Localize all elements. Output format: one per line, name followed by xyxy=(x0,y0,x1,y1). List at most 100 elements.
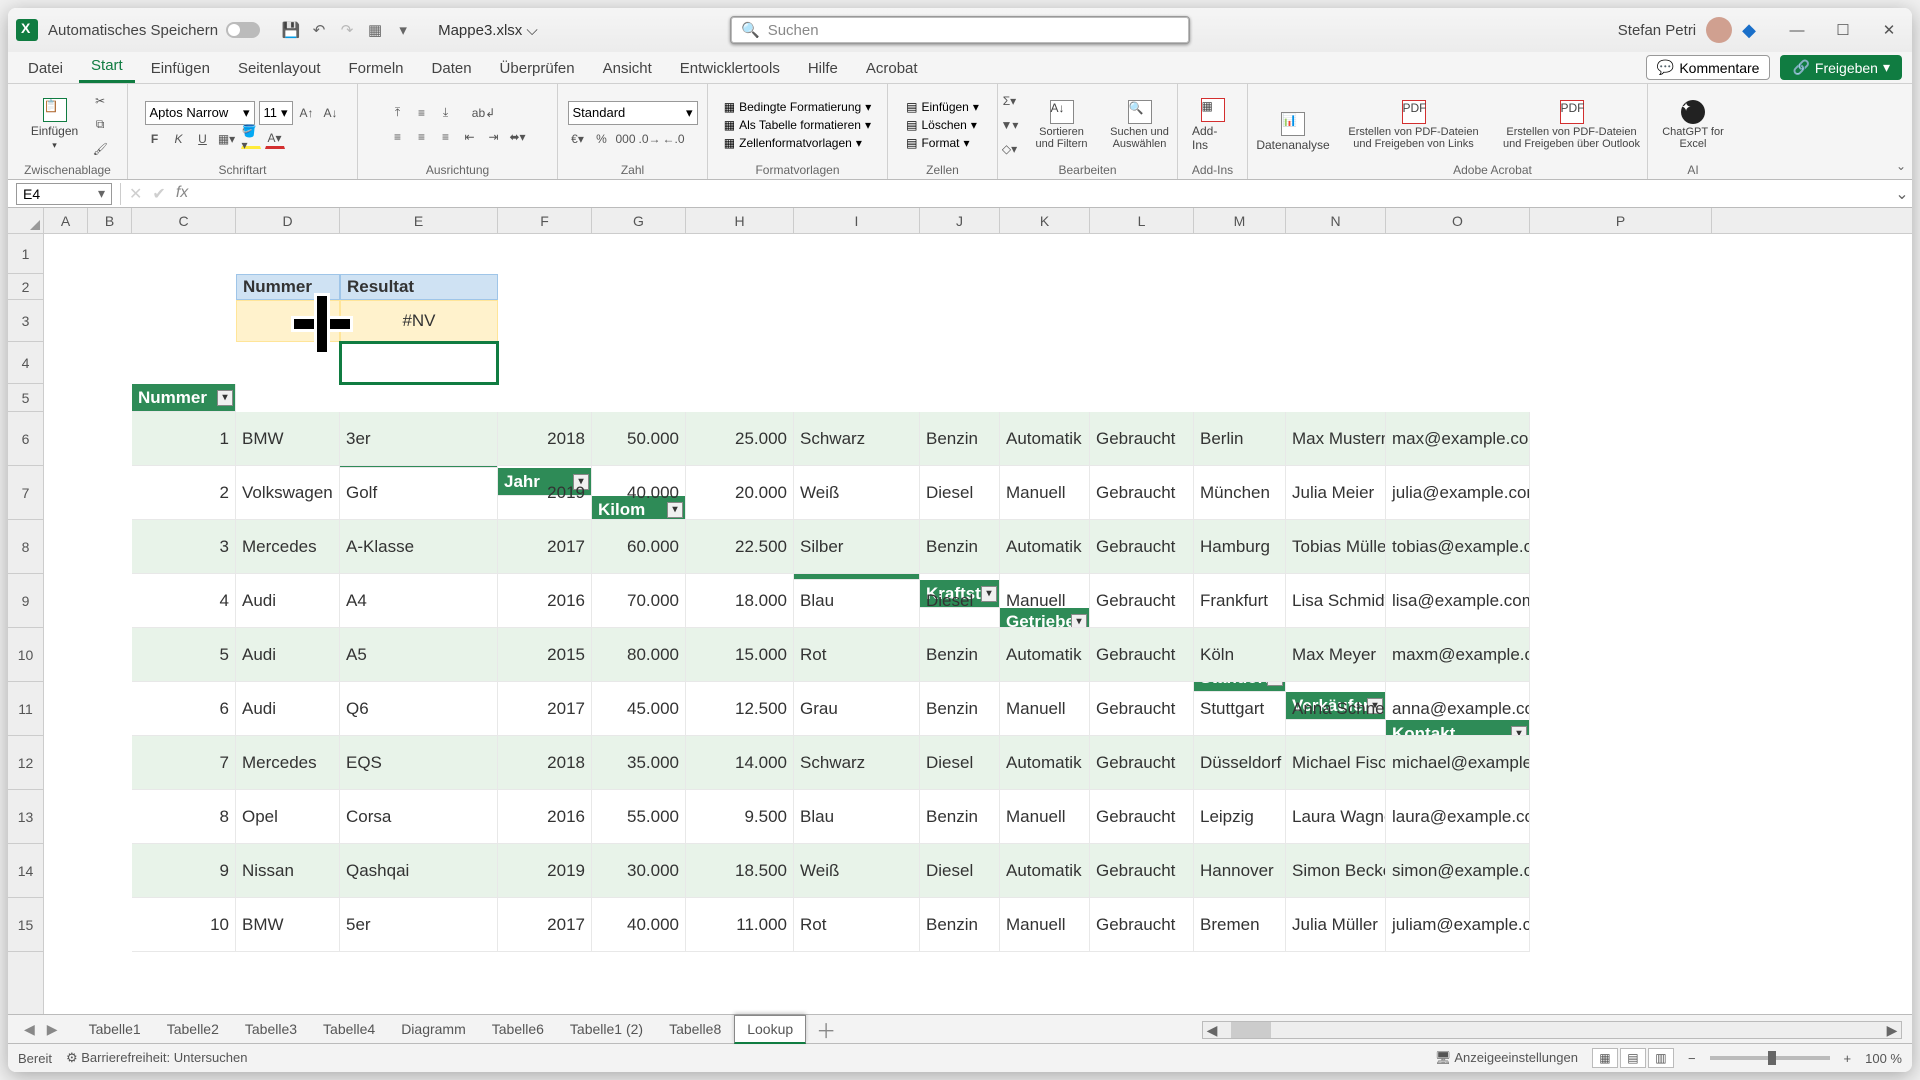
cell[interactable]: 2017 xyxy=(498,898,592,952)
cell[interactable]: 40.000 xyxy=(592,898,686,952)
cell[interactable]: 2018 xyxy=(498,412,592,466)
row-header-1[interactable]: 1 xyxy=(8,234,43,274)
col-header-F[interactable]: F xyxy=(498,208,592,233)
formula-input[interactable] xyxy=(196,183,1892,205)
cell[interactable]: Benzin xyxy=(920,790,1000,844)
cell[interactable]: Diesel xyxy=(920,844,1000,898)
indent-icon[interactable]: ⇥ xyxy=(484,127,504,147)
cell[interactable]: Nummer▾ xyxy=(132,384,236,412)
cell[interactable]: 2016 xyxy=(498,574,592,628)
row-header-11[interactable]: 11 xyxy=(8,682,43,736)
cell[interactable]: Blau xyxy=(794,790,920,844)
cell[interactable]: A5 xyxy=(340,628,498,682)
cell[interactable]: Rot xyxy=(794,898,920,952)
cell[interactable]: 5er xyxy=(340,898,498,952)
cell[interactable]: Gebraucht xyxy=(1090,736,1194,790)
cell[interactable]: 8 xyxy=(132,790,236,844)
row-header-15[interactable]: 15 xyxy=(8,898,43,952)
grow-font-icon[interactable]: A↑ xyxy=(297,103,317,123)
cell[interactable]: 80.000 xyxy=(592,628,686,682)
cell[interactable]: anna@example.com xyxy=(1386,682,1530,736)
cell[interactable]: Q6 xyxy=(340,682,498,736)
collapse-ribbon-icon[interactable]: ⌄ xyxy=(1896,159,1906,173)
sheet-tab[interactable]: Tabelle6 xyxy=(479,1015,557,1043)
cell[interactable]: Leipzig xyxy=(1194,790,1286,844)
cell[interactable]: Max Mustern xyxy=(1286,412,1386,466)
sheet-tab[interactable]: Diagramm xyxy=(388,1015,479,1043)
fill-icon[interactable]: ▼▾ xyxy=(1000,115,1020,135)
cut-icon[interactable]: ✂ xyxy=(90,91,110,111)
cell[interactable]: tobias@example.com xyxy=(1386,520,1530,574)
acrobat-pdf-outlook-button[interactable]: PDFErstellen von PDF-Dateien und Freigeb… xyxy=(1496,98,1648,152)
cell[interactable]: max@example.com xyxy=(1386,412,1530,466)
cell[interactable]: Frankfurt xyxy=(1194,574,1286,628)
cell[interactable]: lisa@example.com xyxy=(1386,574,1530,628)
cell[interactable]: Lisa Schmidt xyxy=(1286,574,1386,628)
tab-entwicklertools[interactable]: Entwicklertools xyxy=(668,54,792,83)
col-header-J[interactable]: J xyxy=(920,208,1000,233)
sort-filter-button[interactable]: A↓Sortieren und Filtern xyxy=(1026,98,1098,152)
sheet-tab[interactable]: Tabelle1 (2) xyxy=(557,1015,656,1043)
sheet-nav-prev[interactable]: ◀ xyxy=(18,1021,41,1038)
view-pagebreak-icon[interactable]: ▥ xyxy=(1648,1048,1674,1068)
cell[interactable]: 18.500 xyxy=(686,844,794,898)
cell[interactable]: Corsa xyxy=(340,790,498,844)
cell[interactable]: Benzin xyxy=(920,682,1000,736)
cell[interactable]: Benzin xyxy=(920,520,1000,574)
col-header-C[interactable]: C xyxy=(132,208,236,233)
share-button[interactable]: 🔗 Freigeben ▾ xyxy=(1780,55,1902,80)
cell[interactable]: München xyxy=(1194,466,1286,520)
zoom-out-icon[interactable]: − xyxy=(1688,1051,1696,1066)
align-right-icon[interactable]: ≡ xyxy=(436,127,456,147)
cell[interactable]: Manuell xyxy=(1000,682,1090,736)
align-center-icon[interactable]: ≡ xyxy=(412,127,432,147)
row-header-9[interactable]: 9 xyxy=(8,574,43,628)
cell[interactable]: Manuell xyxy=(1000,898,1090,952)
cell[interactable]: Michael Fisc xyxy=(1286,736,1386,790)
cell[interactable]: 55.000 xyxy=(592,790,686,844)
cell[interactable]: Diesel xyxy=(920,574,1000,628)
cell[interactable]: Nissan xyxy=(236,844,340,898)
cell[interactable]: 30.000 xyxy=(592,844,686,898)
underline-icon[interactable]: U xyxy=(193,129,213,149)
col-header-P[interactable]: P xyxy=(1530,208,1712,233)
add-sheet-button[interactable]: ＋ xyxy=(816,1015,836,1044)
fx-icon[interactable]: fx xyxy=(176,184,188,204)
cell[interactable]: Benzin xyxy=(920,628,1000,682)
cell[interactable]: Mercedes xyxy=(236,520,340,574)
cell[interactable]: Opel xyxy=(236,790,340,844)
cell[interactable]: Golf xyxy=(340,466,498,520)
cell[interactable]: 9 xyxy=(132,844,236,898)
cell[interactable]: 12.500 xyxy=(686,682,794,736)
cell[interactable]: Gebraucht xyxy=(1090,898,1194,952)
tab-daten[interactable]: Daten xyxy=(420,54,484,83)
cell[interactable]: 2019 xyxy=(498,844,592,898)
cell[interactable]: Resultat xyxy=(340,274,498,300)
sheet-tab[interactable]: Tabelle1 xyxy=(76,1015,154,1043)
cell[interactable]: 15.000 xyxy=(686,628,794,682)
cell[interactable]: Qashqai xyxy=(340,844,498,898)
cell[interactable]: Automatik xyxy=(1000,844,1090,898)
cell[interactable]: 50.000 xyxy=(592,412,686,466)
sheet-nav-next[interactable]: ▶ xyxy=(41,1021,64,1038)
row-header-3[interactable]: 3 xyxy=(8,300,43,342)
cell[interactable]: Blau xyxy=(794,574,920,628)
number-format-select[interactable]: Standard▾ xyxy=(568,101,698,125)
col-header-E[interactable]: E xyxy=(340,208,498,233)
cell[interactable]: simon@example.com xyxy=(1386,844,1530,898)
tab-ueberpruefen[interactable]: Überprüfen xyxy=(488,54,587,83)
cell[interactable]: Audi xyxy=(236,628,340,682)
copy-icon[interactable]: ⧉ xyxy=(90,115,110,135)
row-header-7[interactable]: 7 xyxy=(8,466,43,520)
filter-icon[interactable]: ▾ xyxy=(217,390,233,406)
col-header-M[interactable]: M xyxy=(1194,208,1286,233)
row-header-6[interactable]: 6 xyxy=(8,412,43,466)
col-header-L[interactable]: L xyxy=(1090,208,1194,233)
cell[interactable]: 2016 xyxy=(498,790,592,844)
sheet-tab[interactable]: Lookup xyxy=(734,1015,806,1044)
currency-icon[interactable]: €▾ xyxy=(568,129,588,149)
row-header-12[interactable]: 12 xyxy=(8,736,43,790)
cell[interactable]: Laura Wagne xyxy=(1286,790,1386,844)
fill-color-icon[interactable]: 🪣▾ xyxy=(241,129,261,149)
clear-icon[interactable]: ◇▾ xyxy=(1000,139,1020,159)
